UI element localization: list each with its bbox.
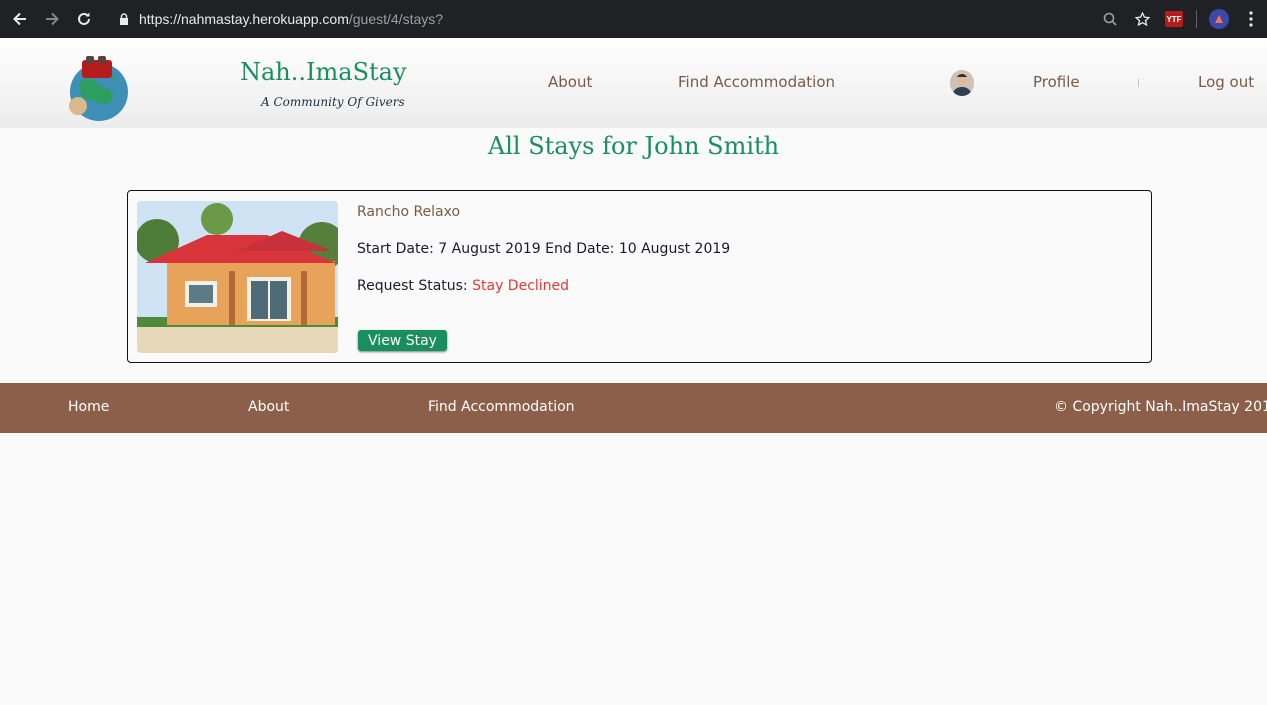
user-avatar[interactable] (950, 70, 974, 96)
extension-ytf-icon[interactable]: YTF (1158, 0, 1190, 38)
logo-globe-icon[interactable] (66, 52, 130, 124)
nav-about[interactable]: About (548, 73, 592, 91)
brand-tagline: A Community Of Givers (261, 95, 405, 109)
status-label: Request Status: (357, 278, 473, 294)
nav-profile[interactable]: Profile (1033, 73, 1080, 91)
stay-name[interactable]: Rancho Relaxo (357, 204, 460, 220)
zoom-icon[interactable] (1094, 0, 1126, 38)
stay-dates: Start Date: 7 August 2019 End Date: 10 A… (357, 241, 731, 257)
address-bar[interactable]: https://nahmastay.herokuapp.com/guest/4/… (107, 4, 1159, 34)
stay-status: Request Status: Stay Declined (357, 278, 569, 294)
menu-kebab-icon[interactable] (1235, 0, 1267, 38)
site-header: Nah..ImaStay A Community Of Givers About… (0, 38, 1267, 128)
stay-card: Rancho Relaxo Start Date: 7 August 2019 … (127, 190, 1152, 363)
nav-logout[interactable]: Log out (1198, 73, 1254, 91)
profile-avatar-icon[interactable] (1203, 0, 1235, 38)
bookmark-star-icon[interactable] (1126, 0, 1158, 38)
view-stay-button[interactable]: View Stay (358, 330, 447, 351)
footer-about-link[interactable]: About (248, 399, 289, 415)
forward-icon[interactable] (36, 0, 68, 38)
browser-toolbar: https://nahmastay.herokuapp.com/guest/4/… (0, 0, 1267, 38)
url-host: https://nahmastay.herokuapp.com (139, 11, 349, 27)
nav-find-accommodation[interactable]: Find Accommodation (678, 73, 835, 91)
url-text: https://nahmastay.herokuapp.com/guest/4/… (139, 11, 443, 27)
page-title: All Stays for John Smith (487, 132, 780, 160)
site-footer: Home About Find Accommodation © Copyrigh… (0, 383, 1267, 433)
reload-icon[interactable] (68, 0, 100, 38)
footer-copyright: © Copyright Nah..ImaStay 2019 (1054, 399, 1267, 415)
toolbar-divider (1196, 10, 1197, 28)
brand-name[interactable]: Nah..ImaStay (240, 58, 407, 86)
nav-divider (1138, 79, 1139, 87)
back-icon[interactable] (4, 0, 36, 38)
stay-photo (137, 201, 338, 353)
footer-find-link[interactable]: Find Accommodation (428, 399, 575, 415)
status-value: Stay Declined (472, 278, 570, 294)
lock-icon (119, 10, 129, 29)
url-path: /guest/4/stays? (348, 11, 444, 27)
footer-home-link[interactable]: Home (68, 399, 109, 415)
